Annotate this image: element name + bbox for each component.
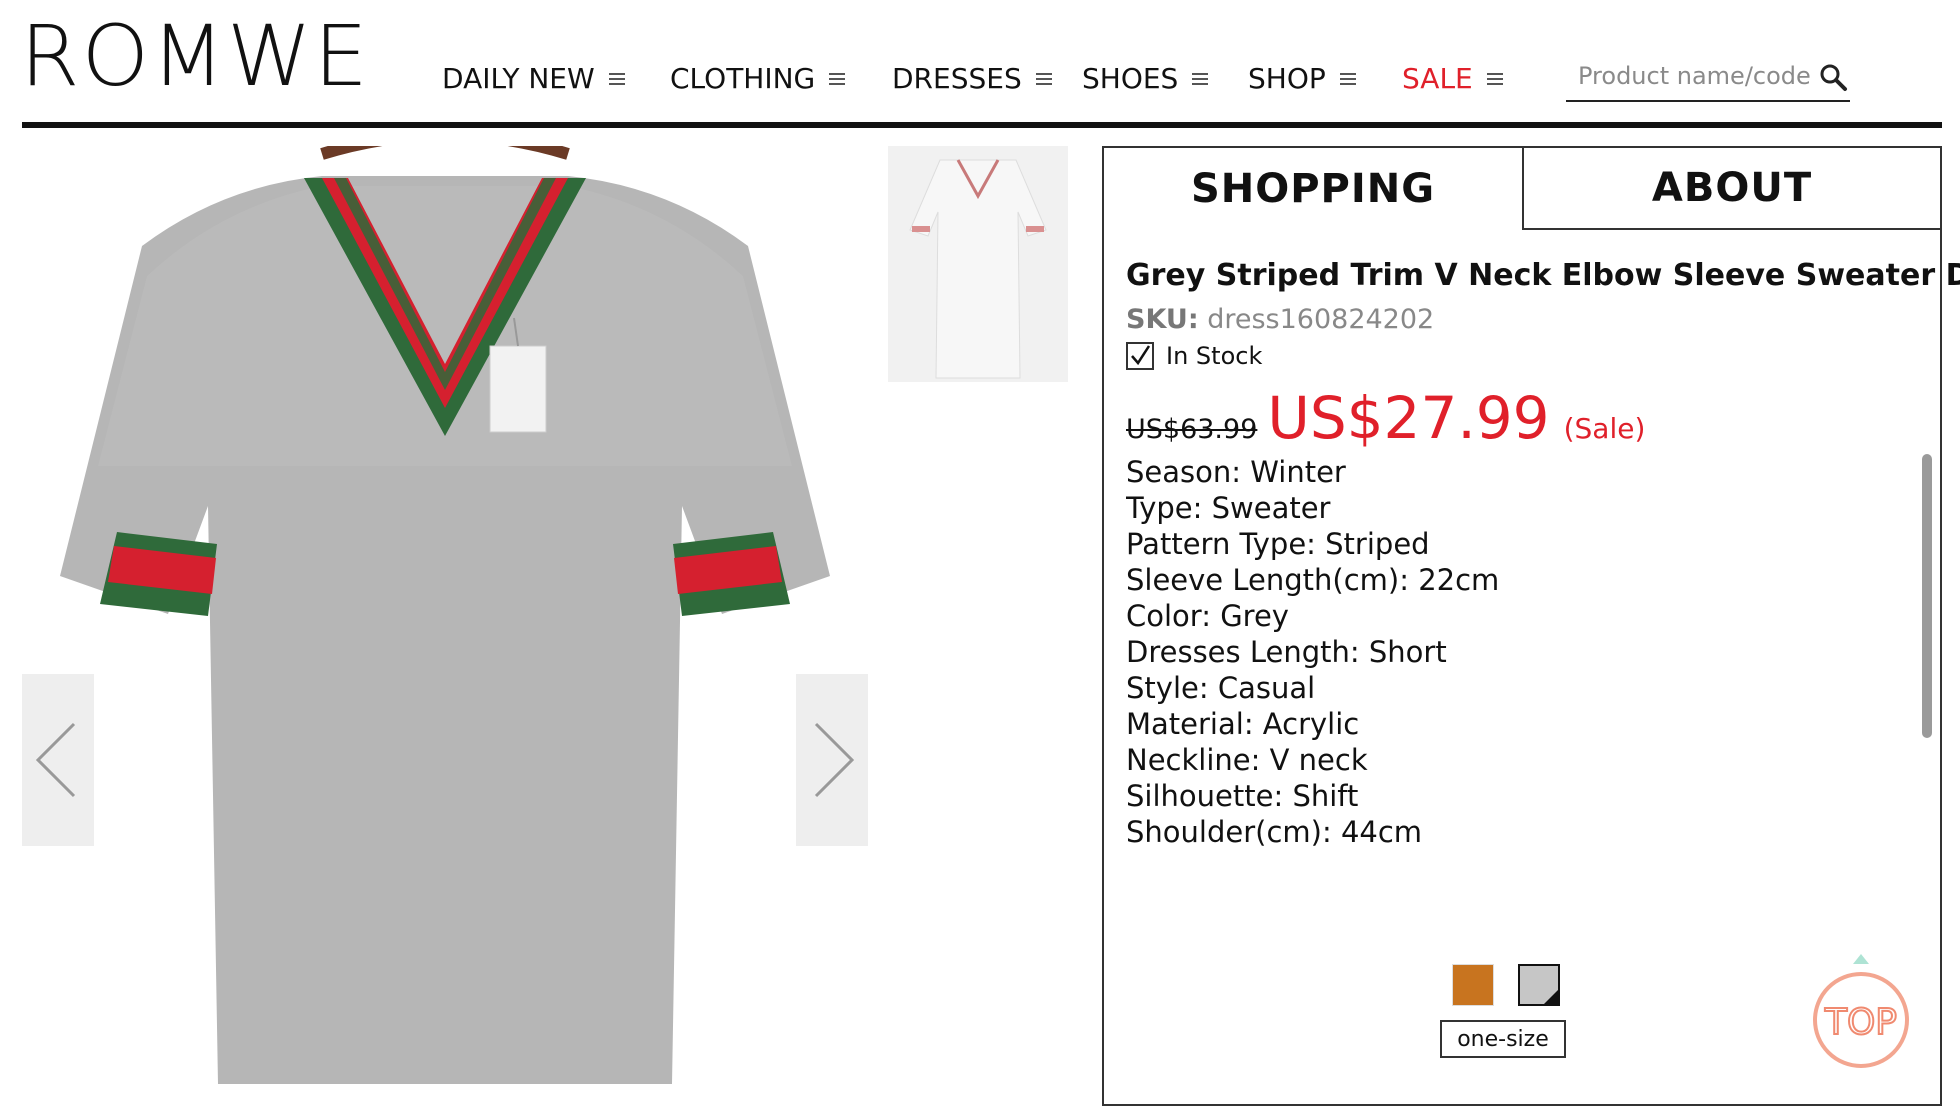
nav-label: SALE <box>1402 62 1473 95</box>
nav-label: DRESSES <box>892 62 1022 95</box>
nav-label: SHOES <box>1082 62 1179 95</box>
nav-label: SHOP <box>1248 62 1326 95</box>
selected-corner-icon <box>1544 990 1558 1004</box>
stock-status: In Stock <box>1126 342 1262 370</box>
tab-shopping[interactable]: SHOPPING <box>1104 148 1522 230</box>
spec-season: Season: Winter <box>1126 455 1346 489</box>
product-main-image[interactable] <box>22 146 868 1084</box>
chevron-right-icon <box>814 722 855 798</box>
menu-icon <box>1486 72 1503 87</box>
nav-daily-new[interactable]: DAILY NEW <box>442 62 625 95</box>
brand-logo[interactable]: ROMWE <box>20 14 370 98</box>
spec-sleeve-length: Sleeve Length(cm): 22cm <box>1126 563 1500 597</box>
dress-illustration <box>60 146 830 1084</box>
sale-label: (Sale) <box>1563 412 1646 445</box>
product-thumbnail[interactable] <box>888 146 1068 382</box>
next-image-button[interactable] <box>796 674 868 846</box>
sku-label: SKU: <box>1126 304 1199 335</box>
specs-scrollbar[interactable] <box>1920 454 1934 856</box>
original-price: US$63.99 <box>1126 414 1258 445</box>
product-sku: SKU: dress160824202 <box>1126 304 1434 335</box>
scrollbar-thumb[interactable] <box>1922 454 1932 738</box>
price-block: US$63.99 US$27.99 (Sale) <box>1126 384 1645 452</box>
spec-color: Color: Grey <box>1126 599 1289 633</box>
menu-icon <box>608 72 625 87</box>
search-icon[interactable] <box>1818 62 1848 92</box>
nav-dresses[interactable]: DRESSES <box>892 62 1052 95</box>
nav-clothing[interactable]: CLOTHING <box>670 62 846 95</box>
sku-value: dress160824202 <box>1207 304 1435 335</box>
product-specs: Season: Winter Type: Sweater Pattern Typ… <box>1126 454 1906 854</box>
nav-label: CLOTHING <box>670 62 816 95</box>
color-swatch-grey[interactable] <box>1518 964 1560 1006</box>
menu-icon <box>1339 72 1356 87</box>
spec-type: Type: Sweater <box>1126 491 1331 525</box>
nav-shop[interactable]: SHOP <box>1248 62 1356 95</box>
back-to-top-button[interactable]: TOP <box>1806 950 1916 1070</box>
product-title: Grey Striped Trim V Neck Elbow Sleeve Sw… <box>1126 258 1960 293</box>
spec-material: Material: Acrylic <box>1126 707 1360 741</box>
search-box <box>1566 58 1850 102</box>
search-input[interactable] <box>1566 58 1818 90</box>
menu-icon <box>1035 72 1052 87</box>
spec-shoulder: Shoulder(cm): 44cm <box>1126 815 1423 849</box>
spec-style: Style: Casual <box>1126 671 1316 705</box>
spec-pattern: Pattern Type: Striped <box>1126 527 1430 561</box>
chevron-left-icon <box>35 722 76 798</box>
size-option[interactable]: one-size <box>1440 1020 1566 1058</box>
header-divider <box>22 122 1942 128</box>
in-stock-checkbox <box>1126 342 1154 370</box>
tab-about[interactable]: ABOUT <box>1522 148 1940 230</box>
sale-price: US$27.99 <box>1267 384 1550 452</box>
spec-neckline: Neckline: V neck <box>1126 743 1368 777</box>
menu-icon <box>1192 72 1209 87</box>
dress-thumbnail-image <box>909 159 1047 379</box>
spec-silhouette: Silhouette: Shift <box>1126 779 1359 813</box>
top-arrow-icon: TOP <box>1813 954 1909 1068</box>
spec-dress-length: Dresses Length: Short <box>1126 635 1447 669</box>
nav-label: DAILY NEW <box>442 62 595 95</box>
top-label: TOP <box>1824 1002 1897 1043</box>
stock-label: In Stock <box>1166 342 1263 370</box>
nav-shoes[interactable]: SHOES <box>1082 62 1209 95</box>
menu-icon <box>829 72 846 87</box>
checkmark-icon <box>1131 345 1151 366</box>
info-tabs: SHOPPING ABOUT <box>1104 148 1940 230</box>
prev-image-button[interactable] <box>22 674 94 846</box>
nav-sale[interactable]: SALE <box>1402 62 1503 95</box>
color-swatch-brown[interactable] <box>1452 964 1494 1006</box>
